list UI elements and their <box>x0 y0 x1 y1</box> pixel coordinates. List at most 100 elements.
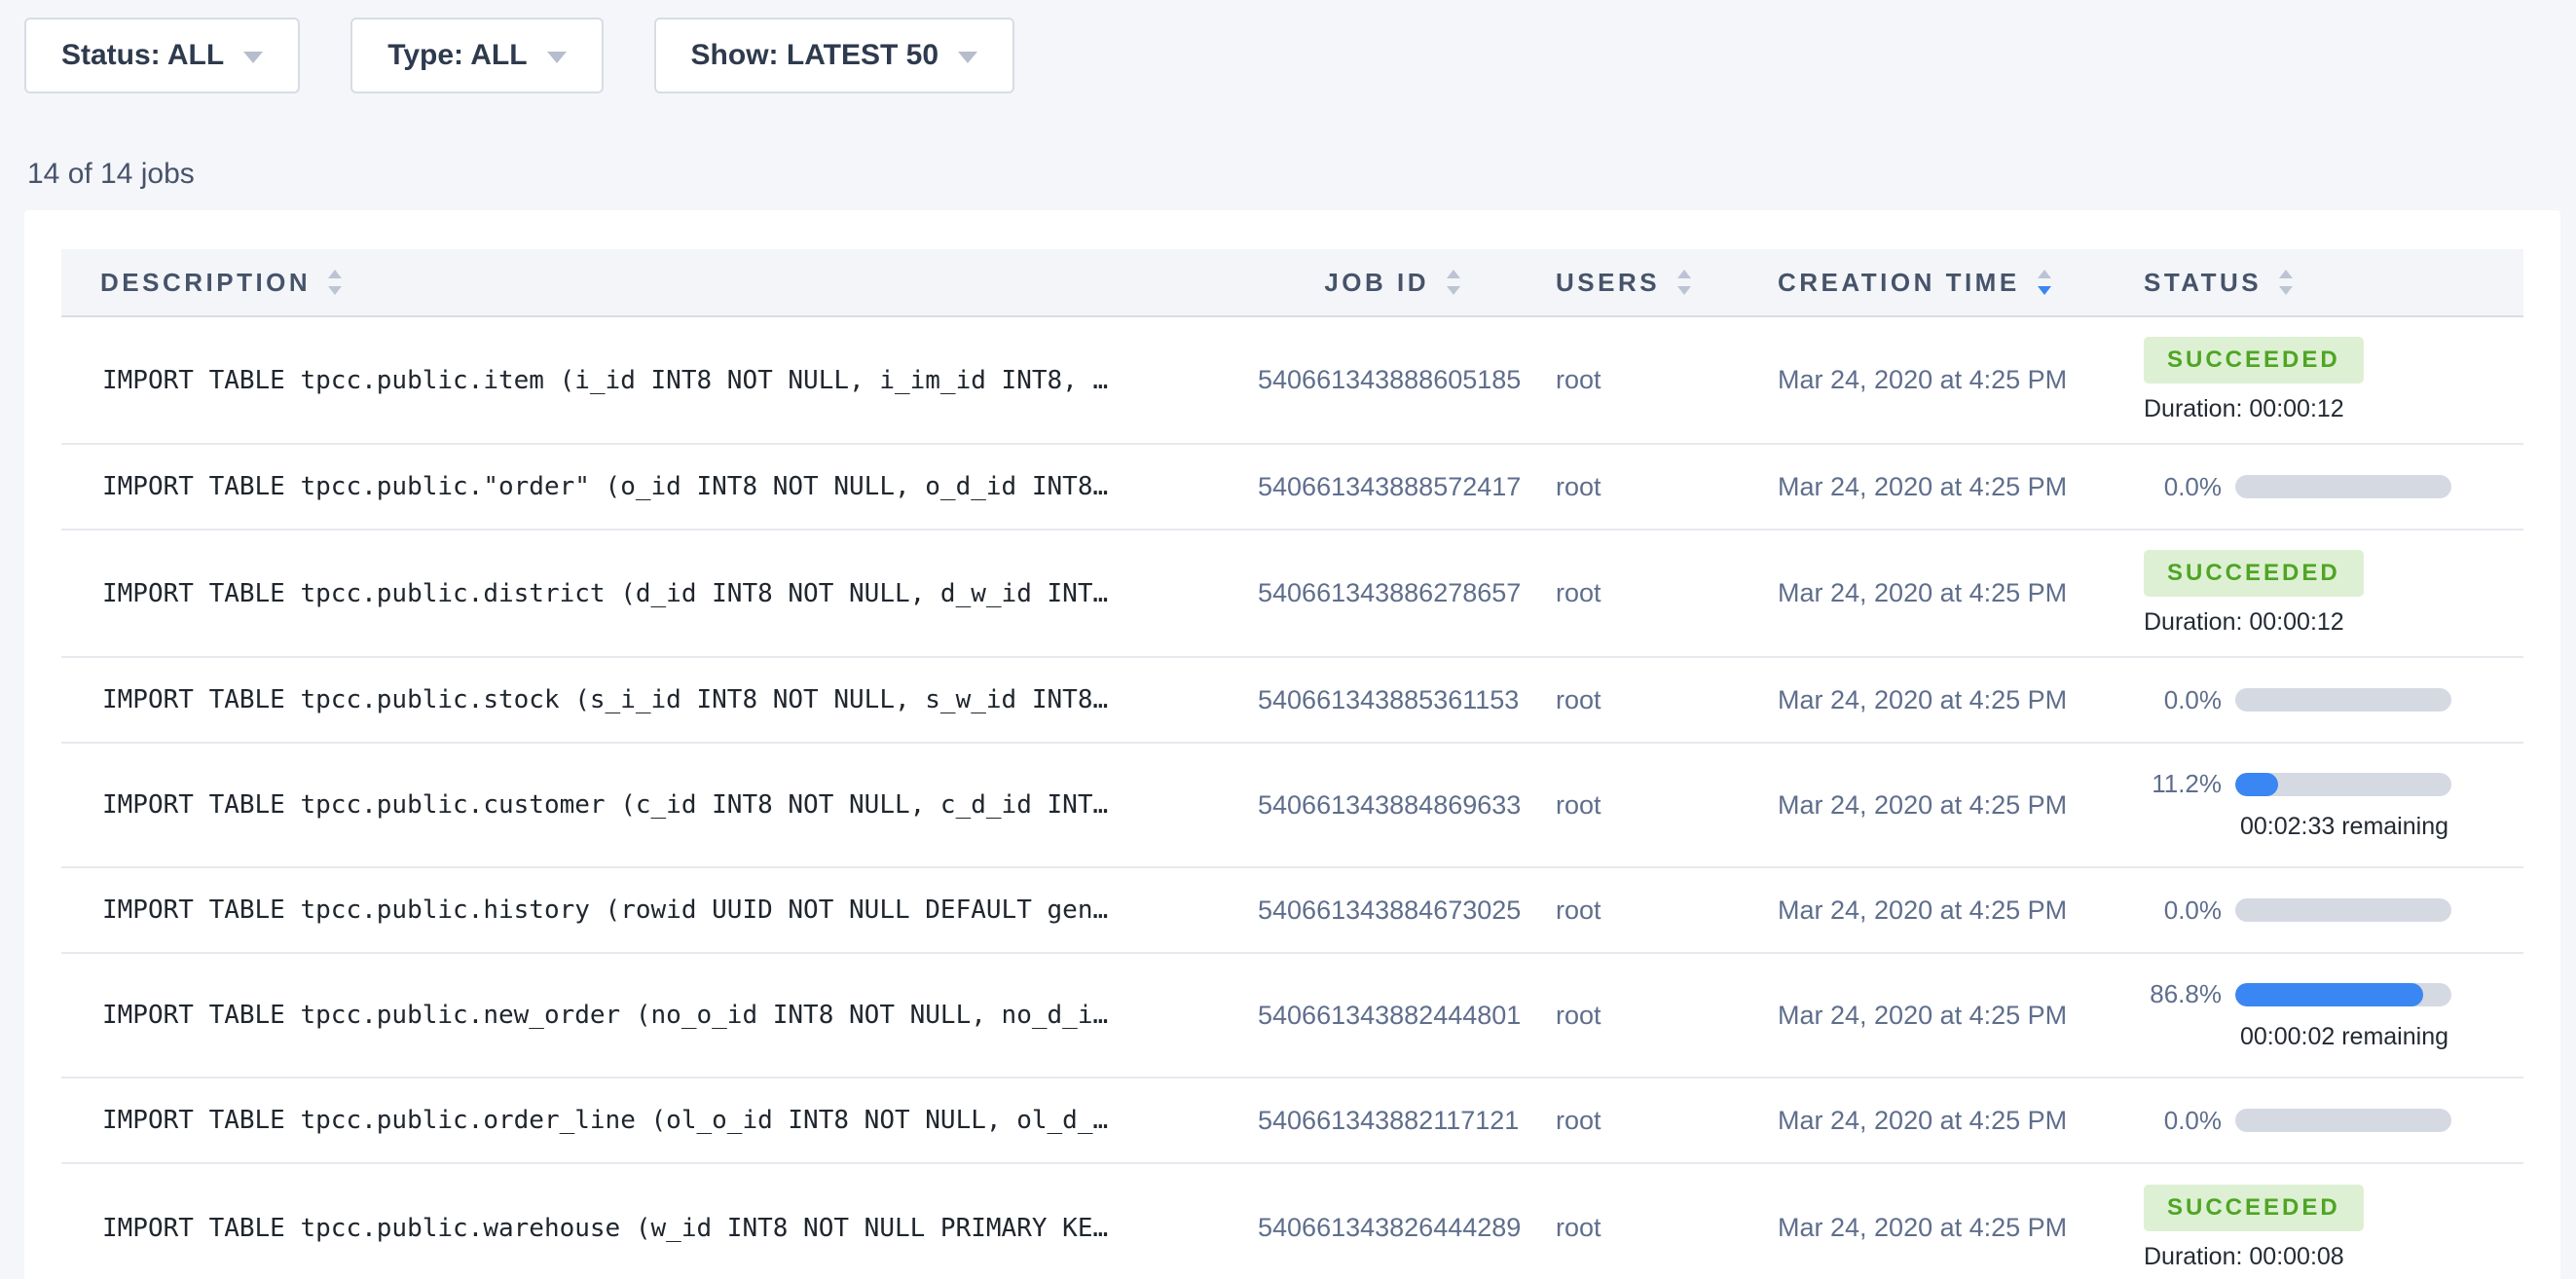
table-header-row: DESCRIPTION JOB ID USERS CREATION TIME S… <box>61 249 2523 317</box>
job-id: 540661343884673025 <box>1258 895 1521 926</box>
job-status-cell: SUCCEEDED Duration: 00:00:08 <box>2085 1185 2523 1271</box>
job-status-cell: 0.0% <box>2085 685 2523 715</box>
job-user: root <box>1521 895 1745 926</box>
status-badge: SUCCEEDED <box>2144 1185 2364 1231</box>
job-user: root <box>1521 1106 1745 1136</box>
job-status-cell: 0.0% <box>2085 1106 2523 1136</box>
job-creation-time: Mar 24, 2020 at 4:25 PM <box>1745 365 2085 395</box>
job-status-cell: SUCCEEDED Duration: 00:00:12 <box>2085 337 2523 423</box>
progress-bar <box>2235 688 2451 712</box>
sort-arrows-icon <box>1677 270 1691 295</box>
sort-arrows-icon <box>1447 270 1460 295</box>
job-description[interactable]: IMPORT TABLE tpcc.public.customer (c_id … <box>61 790 1258 820</box>
progress-bar <box>2235 898 2451 922</box>
progress-percent: 86.8% <box>2144 979 2222 1009</box>
table-row: IMPORT TABLE tpcc.public.order_line (ol_… <box>61 1078 2523 1164</box>
job-creation-time: Mar 24, 2020 at 4:25 PM <box>1745 1001 2085 1031</box>
progress-bar <box>2235 1109 2451 1132</box>
jobs-table-card: DESCRIPTION JOB ID USERS CREATION TIME S… <box>24 210 2560 1279</box>
column-header-status[interactable]: STATUS <box>2085 268 2523 298</box>
job-description[interactable]: IMPORT TABLE tpcc.public.district (d_id … <box>61 579 1258 608</box>
progress-bar-fill <box>2235 983 2423 1006</box>
progress-percent: 0.0% <box>2144 895 2222 926</box>
type-filter-dropdown[interactable]: Type: ALL <box>350 18 603 93</box>
time-remaining: 00:02:33 remaining <box>2218 813 2471 841</box>
job-id: 540661343888605185 <box>1258 365 1521 395</box>
job-creation-time: Mar 24, 2020 at 4:25 PM <box>1745 1106 2085 1136</box>
job-status-cell: 0.0% <box>2085 895 2523 926</box>
job-creation-time: Mar 24, 2020 at 4:25 PM <box>1745 1213 2085 1243</box>
status-filter-dropdown[interactable]: Status: ALL <box>24 18 300 93</box>
progress-percent: 11.2% <box>2144 769 2222 799</box>
status-badge: SUCCEEDED <box>2144 550 2364 597</box>
job-description[interactable]: IMPORT TABLE tpcc.public.stock (s_i_id I… <box>61 685 1258 714</box>
table-row: IMPORT TABLE tpcc.public.new_order (no_o… <box>61 954 2523 1078</box>
show-filter-label: Show: LATEST 50 <box>691 39 938 72</box>
table-row: IMPORT TABLE tpcc.public.district (d_id … <box>61 530 2523 658</box>
status-filter-label: Status: ALL <box>61 39 224 72</box>
caret-down-icon <box>243 52 263 63</box>
jobs-count: 14 of 14 jobs <box>27 158 2576 191</box>
table-row: IMPORT TABLE tpcc.public.item (i_id INT8… <box>61 317 2523 445</box>
time-remaining: 00:00:02 remaining <box>2218 1023 2471 1051</box>
caret-down-icon <box>547 52 567 63</box>
job-duration: Duration: 00:00:12 <box>2144 395 2523 423</box>
job-user: root <box>1521 472 1745 502</box>
type-filter-label: Type: ALL <box>387 39 527 72</box>
sort-arrows-icon <box>2279 270 2293 295</box>
job-duration: Duration: 00:00:12 <box>2144 608 2523 637</box>
column-header-job-id[interactable]: JOB ID <box>1258 268 1521 298</box>
table-row: IMPORT TABLE tpcc.public.warehouse (w_id… <box>61 1164 2523 1279</box>
progress-percent: 0.0% <box>2144 472 2222 502</box>
job-id: 540661343882117121 <box>1258 1106 1521 1136</box>
table-row: IMPORT TABLE tpcc.public.stock (s_i_id I… <box>61 658 2523 744</box>
filters-bar: Status: ALL Type: ALL Show: LATEST 50 <box>24 18 2576 93</box>
job-user: root <box>1521 790 1745 821</box>
progress-bar <box>2235 983 2451 1006</box>
column-header-users[interactable]: USERS <box>1521 268 1745 298</box>
column-header-creation-time[interactable]: CREATION TIME <box>1745 268 2085 298</box>
job-description[interactable]: IMPORT TABLE tpcc.public.new_order (no_o… <box>61 1001 1258 1030</box>
job-user: root <box>1521 685 1745 715</box>
job-status-cell: SUCCEEDED Duration: 00:00:12 <box>2085 550 2523 637</box>
job-status-cell: 0.0% <box>2085 472 2523 502</box>
table-row: IMPORT TABLE tpcc.public."order" (o_id I… <box>61 445 2523 530</box>
job-creation-time: Mar 24, 2020 at 4:25 PM <box>1745 895 2085 926</box>
job-user: root <box>1521 578 1745 608</box>
status-badge: SUCCEEDED <box>2144 337 2364 384</box>
column-header-description[interactable]: DESCRIPTION <box>61 268 1258 298</box>
sort-arrows-icon <box>328 270 342 295</box>
jobs-page: Status: ALL Type: ALL Show: LATEST 50 14… <box>0 18 2576 1279</box>
job-user: root <box>1521 1001 1745 1031</box>
job-status-cell: 86.8% 00:00:02 remaining <box>2085 979 2523 1051</box>
table-row: IMPORT TABLE tpcc.public.customer (c_id … <box>61 744 2523 868</box>
job-description[interactable]: IMPORT TABLE tpcc.public.order_line (ol_… <box>61 1106 1258 1135</box>
job-creation-time: Mar 24, 2020 at 4:25 PM <box>1745 685 2085 715</box>
job-user: root <box>1521 1213 1745 1243</box>
job-id: 540661343826444289 <box>1258 1213 1521 1243</box>
table-body: IMPORT TABLE tpcc.public.item (i_id INT8… <box>61 317 2523 1279</box>
job-id: 540661343886278657 <box>1258 578 1521 608</box>
progress-bar <box>2235 475 2451 498</box>
job-id: 540661343888572417 <box>1258 472 1521 502</box>
job-creation-time: Mar 24, 2020 at 4:25 PM <box>1745 472 2085 502</box>
caret-down-icon <box>958 52 977 63</box>
job-creation-time: Mar 24, 2020 at 4:25 PM <box>1745 790 2085 821</box>
show-filter-dropdown[interactable]: Show: LATEST 50 <box>654 18 1014 93</box>
job-description[interactable]: IMPORT TABLE tpcc.public.warehouse (w_id… <box>61 1214 1258 1243</box>
sort-arrows-active-desc-icon <box>2038 270 2051 295</box>
job-description[interactable]: IMPORT TABLE tpcc.public.history (rowid … <box>61 895 1258 925</box>
job-id: 540661343885361153 <box>1258 685 1521 715</box>
job-duration: Duration: 00:00:08 <box>2144 1243 2523 1271</box>
progress-percent: 0.0% <box>2144 685 2222 715</box>
job-status-cell: 11.2% 00:02:33 remaining <box>2085 769 2523 841</box>
job-id: 540661343884869633 <box>1258 790 1521 821</box>
job-creation-time: Mar 24, 2020 at 4:25 PM <box>1745 578 2085 608</box>
job-description[interactable]: IMPORT TABLE tpcc.public."order" (o_id I… <box>61 472 1258 501</box>
progress-bar <box>2235 773 2451 796</box>
table-row: IMPORT TABLE tpcc.public.history (rowid … <box>61 868 2523 954</box>
job-id: 540661343882444801 <box>1258 1001 1521 1031</box>
progress-bar-fill <box>2235 773 2278 796</box>
job-description[interactable]: IMPORT TABLE tpcc.public.item (i_id INT8… <box>61 366 1258 395</box>
job-user: root <box>1521 365 1745 395</box>
